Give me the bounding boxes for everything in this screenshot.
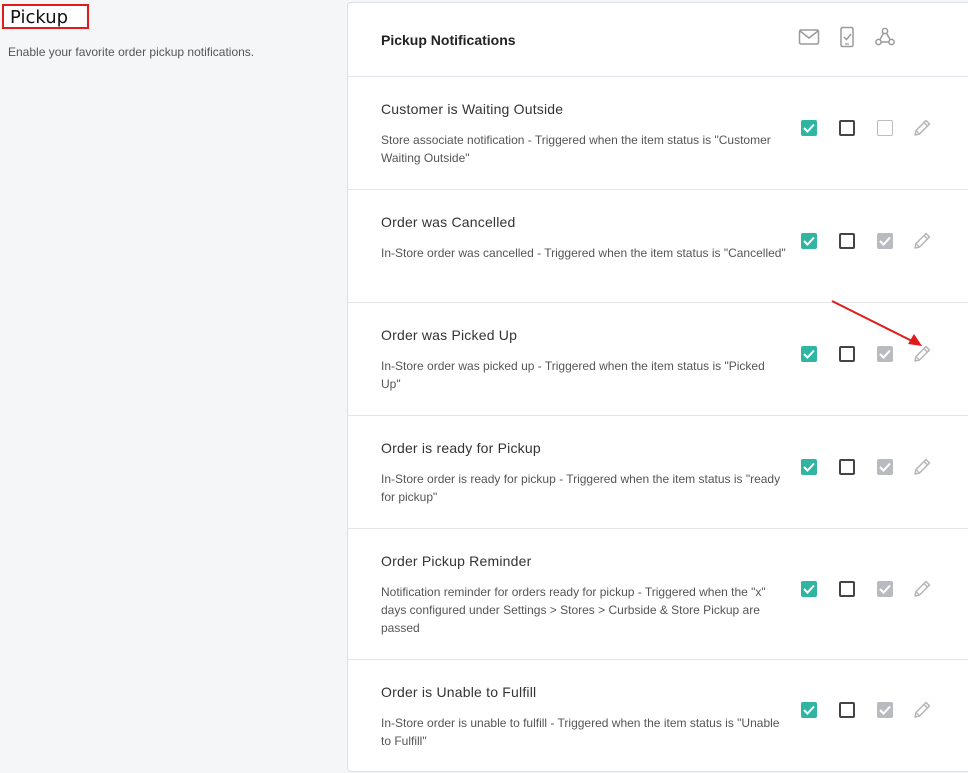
sms-phone-icon — [840, 26, 854, 48]
edit-pencil-icon[interactable] — [911, 578, 933, 600]
notification-row: Order was Picked Up In-Store order was pi… — [348, 303, 968, 416]
webhook-checkbox[interactable] — [877, 120, 893, 136]
notification-row: Order is ready for Pickup In-Store order … — [348, 416, 968, 529]
webhook-icon — [875, 27, 895, 46]
edit-pencil-icon[interactable] — [911, 699, 933, 721]
sms-checkbox[interactable] — [839, 120, 855, 136]
notification-row: Order is Unable to Fulfill In-Store order… — [348, 660, 968, 772]
notification-row: Customer is Waiting Outside Store associa… — [348, 77, 968, 190]
sms-checkbox[interactable] — [839, 702, 855, 718]
email-checkbox[interactable] — [801, 581, 817, 597]
notification-description: In-Store order was cancelled - Triggered… — [381, 246, 786, 260]
sms-checkbox[interactable] — [839, 346, 855, 362]
notification-title: Order is Unable to Fulfill — [381, 684, 537, 700]
email-checkbox[interactable] — [801, 459, 817, 475]
edit-pencil-icon[interactable] — [911, 117, 933, 139]
notification-description: In-Store order was picked up - Triggered… — [381, 359, 765, 391]
sms-checkbox[interactable] — [839, 581, 855, 597]
webhook-checkbox[interactable] — [877, 233, 893, 249]
notification-title: Order was Cancelled — [381, 214, 516, 230]
notification-title: Order was Picked Up — [381, 327, 518, 343]
edit-pencil-icon[interactable] — [911, 456, 933, 478]
card-title: Pickup Notifications — [381, 32, 516, 48]
card-header: Pickup Notifications — [348, 3, 968, 77]
sms-checkbox[interactable] — [839, 233, 855, 249]
notification-title: Customer is Waiting Outside — [381, 101, 564, 117]
webhook-checkbox[interactable] — [877, 702, 893, 718]
email-icon — [798, 29, 820, 45]
webhook-checkbox[interactable] — [877, 459, 893, 475]
page-title: Pickup — [10, 7, 69, 28]
notification-description: Store associate notification - Triggered… — [381, 133, 771, 165]
notification-description: In-Store order is ready for pickup - Tri… — [381, 472, 781, 504]
webhook-checkbox[interactable] — [877, 581, 893, 597]
notifications-card: Pickup Notifications Customer is Waiting… — [347, 2, 968, 772]
email-checkbox[interactable] — [801, 702, 817, 718]
notification-description: In-Store order is unable to fulfill - Tr… — [381, 716, 780, 748]
notification-row: Order Pickup Reminder Notification remind… — [348, 529, 968, 660]
notification-description: Notification reminder for orders ready f… — [381, 585, 766, 635]
webhook-checkbox[interactable] — [877, 346, 893, 362]
edit-pencil-icon[interactable] — [911, 230, 933, 252]
sms-checkbox[interactable] — [839, 459, 855, 475]
edit-pencil-icon[interactable] — [911, 343, 933, 365]
page-subtitle: Enable your favorite order pickup notifi… — [8, 45, 255, 59]
notification-title: Order Pickup Reminder — [381, 553, 532, 569]
notification-title: Order is ready for Pickup — [381, 440, 541, 456]
email-checkbox[interactable] — [801, 233, 817, 249]
email-checkbox[interactable] — [801, 120, 817, 136]
page-title-highlight: Pickup — [2, 4, 89, 29]
notification-row: Order was Cancelled In-Store order was ca… — [348, 190, 968, 303]
email-checkbox[interactable] — [801, 346, 817, 362]
